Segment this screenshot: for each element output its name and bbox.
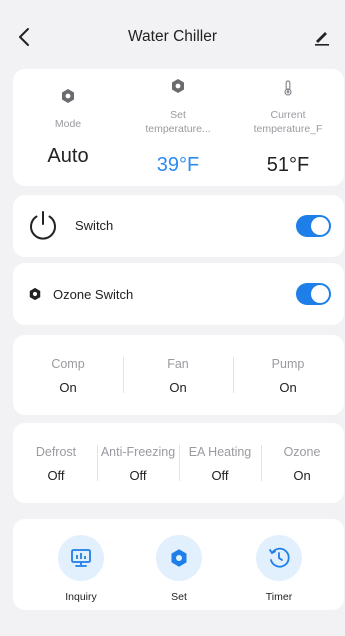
ozone-toggle[interactable] [296, 283, 331, 305]
component-status-card: Comp On Fan On Pump On [13, 335, 344, 415]
set-temperature-value: 39°F [156, 154, 200, 176]
toggle-knob [311, 217, 329, 235]
hexagon-gear-icon [156, 535, 202, 581]
ozone-label: Ozone [283, 445, 321, 459]
edit-pencil-icon [315, 32, 329, 46]
pump-label: Pump [271, 357, 305, 371]
mode-tile[interactable]: Mode Auto [13, 69, 123, 186]
power-toggle[interactable] [296, 215, 331, 237]
inquiry-button[interactable]: Inquiry [41, 519, 121, 610]
set-temperature-label-2: temperature... [145, 123, 211, 135]
defrost-status: Defrost Off [15, 423, 97, 503]
ea-heating-label: EA Heating [188, 445, 252, 459]
current-temperature-label-2: temperature_F [253, 123, 323, 135]
power-switch-row: Switch [13, 195, 344, 257]
current-temperature-label-1: Current [270, 109, 306, 121]
edit-button[interactable] [311, 26, 333, 48]
set-temperature-label-1: Set [170, 109, 186, 121]
actions-card: Inquiry Set Timer [13, 519, 344, 610]
mode-label: Mode [54, 118, 82, 130]
monitor-chart-icon [58, 535, 104, 581]
pump-status: Pump On [233, 335, 343, 415]
fan-value: On [169, 380, 187, 395]
hexagon-gear-icon [13, 85, 123, 107]
fan-label: Fan [167, 357, 189, 371]
power-switch-label: Switch [75, 218, 114, 233]
timer-label: Timer [265, 591, 293, 603]
ea-heating-status: EA Heating Off [179, 423, 261, 503]
hexagon-gear-icon [28, 287, 42, 301]
set-button[interactable]: Set [139, 519, 219, 610]
page-title: Water Chiller [128, 28, 217, 45]
power-icon [26, 208, 60, 242]
comp-value: On [59, 380, 77, 395]
set-temperature-tile[interactable]: Set temperature... 39°F [123, 69, 233, 186]
inquiry-label: Inquiry [65, 591, 97, 603]
current-temperature-tile: Current temperature_F 51°F [233, 69, 343, 186]
comp-label: Comp [51, 357, 85, 371]
ozone-status: Ozone On [261, 423, 343, 503]
protection-status-card: Defrost Off Anti-Freezing Off EA Heating… [13, 423, 344, 503]
status-bar [0, 0, 345, 14]
anti-freezing-value: Off [129, 468, 147, 483]
overview-card: Mode Auto Set temperature... 39°F Curren… [13, 69, 344, 186]
header: Water Chiller [0, 14, 345, 60]
defrost-value: Off [47, 468, 65, 483]
defrost-label: Defrost [35, 445, 77, 459]
ozone-switch-row: Ozone Switch [13, 263, 344, 325]
comp-status: Comp On [13, 335, 123, 415]
ea-heating-value: Off [211, 468, 229, 483]
hexagon-gear-icon [123, 75, 233, 97]
set-label: Set [171, 591, 187, 603]
anti-freezing-status: Anti-Freezing Off [97, 423, 179, 503]
clock-timer-icon [256, 535, 302, 581]
ozone-switch-label: Ozone Switch [53, 287, 134, 302]
thermometer-icon [233, 77, 343, 99]
mode-value: Auto [47, 145, 89, 167]
fan-status: Fan On [123, 335, 233, 415]
pump-value: On [279, 380, 297, 395]
timer-button[interactable]: Timer [239, 519, 319, 610]
current-temperature-value: 51°F [266, 154, 310, 176]
anti-freezing-label: Anti-Freezing [100, 445, 176, 459]
toggle-knob [311, 285, 329, 303]
ozone-value: On [293, 468, 311, 483]
